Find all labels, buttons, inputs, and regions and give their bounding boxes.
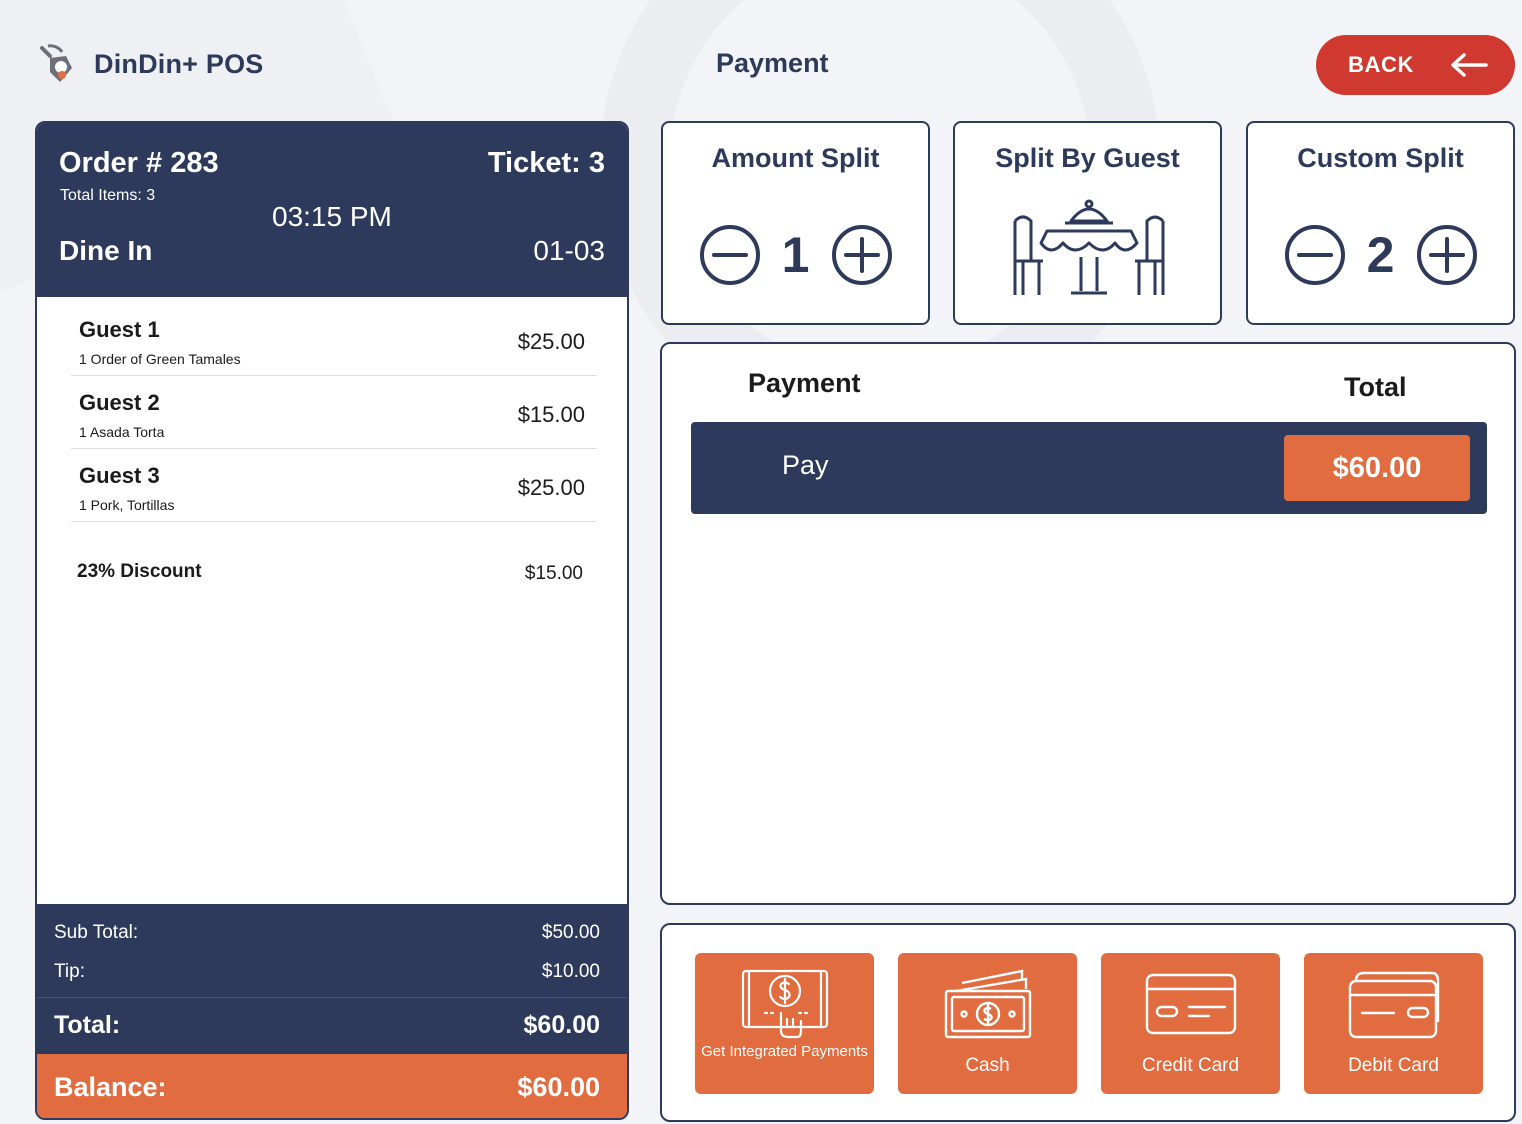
payment-amount-button[interactable]: $60.00	[1284, 435, 1470, 501]
integrated-payments-button[interactable]: Get Integrated Payments	[695, 953, 874, 1094]
guest-price: $25.00	[517, 329, 585, 354]
back-button[interactable]: BACK	[1316, 35, 1515, 95]
amount-split-title: Amount Split	[711, 143, 880, 173]
total-column-header: Total	[1344, 372, 1407, 402]
integrated-payment-icon	[741, 969, 829, 1039]
plus-circle-icon[interactable]	[1415, 223, 1479, 287]
split-by-guest-card[interactable]: Split By Guest	[953, 121, 1222, 325]
custom-split-title: Custom Split	[1297, 143, 1464, 173]
cash-button[interactable]: Cash	[898, 953, 1077, 1094]
total-label: Total:	[54, 1011, 121, 1039]
guest-price: $15.00	[517, 402, 585, 427]
method-label: Get Integrated Payments	[701, 1043, 868, 1060]
balance-label: Balance:	[54, 1072, 167, 1102]
balance-block: Balance: $60.00	[37, 1054, 627, 1118]
logo-icon	[40, 44, 72, 82]
arrow-left-icon	[1451, 53, 1488, 77]
guest-row[interactable]: Guest 2 1 Asada Torta $15.00	[71, 376, 597, 449]
payment-row[interactable]: Pay $60.00	[691, 422, 1487, 514]
credit-card-button[interactable]: Credit Card	[1101, 953, 1280, 1094]
discount-value: $15.00	[524, 563, 583, 584]
method-label: Cash	[965, 1055, 1010, 1076]
payment-panel: Payment Total Pay $60.00	[660, 342, 1516, 905]
minus-circle-icon[interactable]	[698, 223, 762, 287]
guest-item: 1 Pork, Tortillas	[79, 497, 175, 513]
custom-split-card[interactable]: Custom Split 2	[1246, 121, 1515, 325]
brand-name: DinDin+ POS	[94, 48, 264, 79]
debit-card-button[interactable]: Debit Card	[1304, 953, 1483, 1094]
custom-split-value: 2	[1366, 227, 1395, 283]
order-header: Order # 283 Total Items: 3 Ticket: 3 03:…	[37, 123, 627, 297]
total-items: Total Items: 3	[60, 187, 156, 204]
order-type: Dine In	[59, 235, 153, 266]
total-value: $60.00	[523, 1011, 600, 1039]
plus-circle-icon[interactable]	[830, 223, 894, 287]
cash-icon	[944, 969, 1032, 1039]
guest-name: Guest 2	[79, 390, 160, 415]
method-label: Debit Card	[1348, 1055, 1439, 1076]
payment-column-header: Payment	[748, 368, 861, 398]
guest-name: Guest 1	[79, 317, 160, 342]
page-title: Payment	[716, 48, 829, 78]
amount-split-card[interactable]: Amount Split 1	[661, 121, 930, 325]
back-button-label: BACK	[1348, 52, 1414, 77]
guest-item: 1 Asada Torta	[79, 424, 165, 440]
order-panel: Order # 283 Total Items: 3 Ticket: 3 03:…	[35, 121, 629, 1120]
subtotal-value: $50.00	[541, 922, 600, 943]
debit-card-icon	[1348, 971, 1440, 1039]
tip-label: Tip:	[54, 961, 85, 982]
guest-price: $25.00	[517, 475, 585, 500]
table-number: 01-03	[533, 235, 605, 266]
payment-row-label: Pay	[782, 450, 829, 480]
dining-table-icon	[1013, 199, 1165, 295]
total-block: Total: $60.00	[37, 998, 627, 1054]
amount-split-stepper: 1	[663, 223, 928, 287]
balance-value: $60.00	[517, 1072, 600, 1102]
guest-row[interactable]: Guest 3 1 Pork, Tortillas $25.00	[71, 449, 597, 522]
guest-item: 1 Order of Green Tamales	[79, 351, 241, 367]
discount-label: 23% Discount	[77, 561, 202, 582]
order-time: 03:15 PM	[272, 201, 392, 232]
amount-split-value: 1	[781, 227, 810, 283]
payment-methods-panel: Get Integrated Payments Cash Credit Card	[660, 923, 1516, 1122]
method-label: Credit Card	[1141, 1055, 1240, 1076]
order-number: Order # 283	[59, 147, 219, 179]
minus-circle-icon[interactable]	[1283, 223, 1347, 287]
subtotal-block: Sub Total: $50.00 Tip: $10.00	[37, 904, 627, 998]
tip-value: $10.00	[541, 961, 600, 982]
split-by-guest-title: Split By Guest	[995, 143, 1180, 173]
ticket-number: Ticket: 3	[487, 147, 605, 179]
guest-list: Guest 1 1 Order of Green Tamales $25.00 …	[71, 303, 597, 522]
custom-split-stepper: 2	[1248, 223, 1513, 287]
app-logo: DinDin+ POS	[36, 42, 263, 86]
guest-name: Guest 3	[79, 463, 160, 488]
credit-card-icon	[1145, 973, 1237, 1035]
guest-row[interactable]: Guest 1 1 Order of Green Tamales $25.00	[71, 303, 597, 376]
subtotal-label: Sub Total:	[54, 922, 139, 943]
